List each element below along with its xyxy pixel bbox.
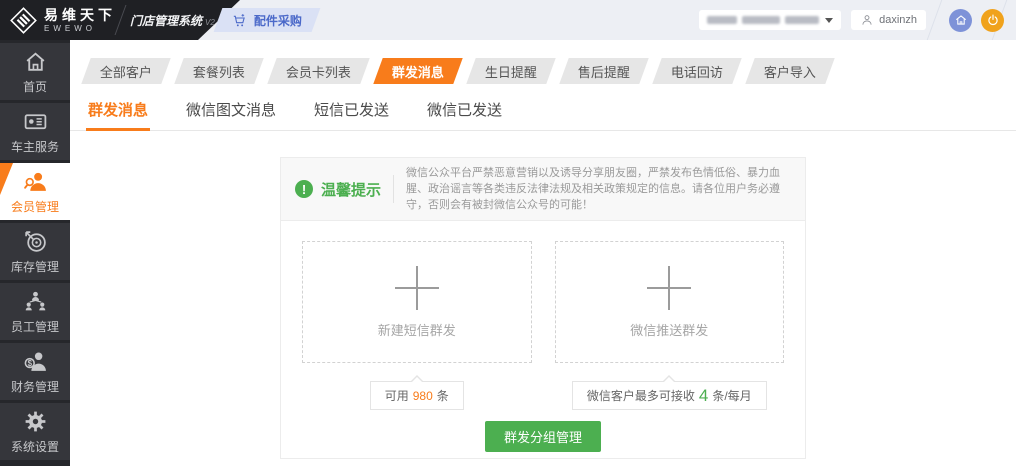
brand-block: 易维天下 EWEWO 门店管理系统V2.0.0 <box>0 0 240 40</box>
logout-button[interactable] <box>981 8 1004 32</box>
notice-divider <box>393 175 395 203</box>
group-manage-button[interactable]: 群发分组管理 <box>484 421 601 452</box>
main-content: 全部客户 套餐列表 会员卡列表 群发消息 生日提醒 售后提醒 电话回访 客户导入… <box>70 40 1016 466</box>
finance-coin-icon: $ <box>24 352 46 371</box>
sidebar-item-label: 会员管理 <box>10 199 59 214</box>
sidebar-item-finance[interactable]: $ 财务管理 <box>0 343 70 400</box>
brand-divider <box>115 5 127 35</box>
tab-package-list[interactable]: 套餐列表 <box>174 58 264 84</box>
diamond-logo-icon <box>10 7 37 34</box>
sidebar-item-member-management[interactable]: 会员管理 <box>0 163 70 220</box>
active-wedge <box>0 163 13 195</box>
brand-name-en: EWEWO <box>44 23 96 33</box>
subtab-mass-message[interactable]: 群发消息 <box>86 95 151 131</box>
parts-purchase-label: 配件采购 <box>254 13 303 28</box>
target-icon <box>24 230 46 252</box>
sidebar-item-label: 员工管理 <box>10 319 59 334</box>
notice-text: 微信公众平台严禁恶意营销以及诱导分享朋友圈，严禁发布色情低俗、暴力血腥、政治谣言… <box>406 167 781 211</box>
tab-customer-import[interactable]: 客户导入 <box>745 58 835 84</box>
sidebar-item-label: 库存管理 <box>10 259 59 274</box>
notice-banner: ! 温馨提示 微信公众平台严禁恶意营销以及诱导分享朋友圈，严禁发布色情低俗、暴力… <box>281 158 805 221</box>
button-row: 群发分组管理 <box>281 421 805 458</box>
id-card-icon <box>24 113 46 129</box>
plus-icon <box>647 265 692 310</box>
wechat-broadcast-label: 微信推送群发 <box>630 322 709 338</box>
app-window: 易维天下 EWEWO 门店管理系统V2.0.0 配件采购 <box>0 0 1016 466</box>
home-icon <box>955 15 966 25</box>
system-name: 门店管理系统 <box>130 13 203 28</box>
exclamation-icon: ! <box>295 180 313 198</box>
tab-member-card-list[interactable]: 会员卡列表 <box>267 58 370 84</box>
subtab-wechat-sent[interactable]: 微信已发送 <box>425 95 504 131</box>
brand-name: 易维天下 EWEWO <box>44 8 116 33</box>
sms-quota-prefix: 可用 <box>384 389 409 403</box>
store-dropdown[interactable] <box>699 10 842 30</box>
header-right-cluster: daxinzh <box>699 0 1004 40</box>
quota-row: 可用 980 条 微信客户最多可接收 4 条/每月 <box>302 375 784 410</box>
wechat-quota-suffix: 条/每月 <box>712 389 752 403</box>
sms-quota-value: 980 <box>412 388 433 403</box>
username: daxinzh <box>879 14 917 26</box>
member-search-icon <box>23 172 46 191</box>
message-subtabs: 群发消息 微信图文消息 短信已发送 微信已发送 <box>70 95 1016 131</box>
sms-quota-suffix: 条 <box>436 389 449 403</box>
top-header: 易维天下 EWEWO 门店管理系统V2.0.0 配件采购 <box>0 0 1016 40</box>
broadcast-actions: 新建短信群发 微信推送群发 <box>302 241 784 363</box>
subtab-sms-sent[interactable]: 短信已发送 <box>312 95 391 131</box>
sidebar-item-owner-services[interactable]: 车主服务 <box>0 103 70 160</box>
brand-name-cn: 易维天下 <box>44 6 116 23</box>
home-icon <box>26 51 44 71</box>
parts-purchase-button[interactable]: 配件采购 <box>213 8 321 32</box>
wechat-push-broadcast-box[interactable]: 微信推送群发 <box>554 241 784 363</box>
sidebar-item-label: 财务管理 <box>10 379 59 394</box>
sidebar-item-label: 系统设置 <box>10 439 59 454</box>
gear-icon <box>25 411 45 431</box>
power-icon <box>987 14 998 25</box>
subtab-wechat-article[interactable]: 微信图文消息 <box>184 95 278 131</box>
tab-birthday-reminder[interactable]: 生日提醒 <box>466 58 556 84</box>
store-name-redacted <box>707 16 825 24</box>
system-title: 门店管理系统V2.0.0 <box>130 12 228 29</box>
wechat-quota-value: 4 <box>698 386 709 405</box>
sidebar-item-home[interactable]: 首页 <box>0 43 70 100</box>
notice-title: 温馨提示 <box>321 181 382 199</box>
broadcast-card: ! 温馨提示 微信公众平台严禁恶意营销以及诱导分享朋友圈，严禁发布色情低俗、暴力… <box>280 157 806 459</box>
customer-tabs: 全部客户 套餐列表 会员卡列表 群发消息 生日提醒 售后提醒 电话回访 客户导入 <box>70 40 1016 84</box>
home-button[interactable] <box>949 8 972 32</box>
tab-all-customers[interactable]: 全部客户 <box>81 58 171 84</box>
sms-broadcast-label: 新建短信群发 <box>377 322 456 338</box>
new-sms-broadcast-box[interactable]: 新建短信群发 <box>302 241 532 363</box>
sms-quota-bubble: 可用 980 条 <box>369 375 464 410</box>
cart-icon <box>234 13 246 26</box>
org-chart-icon <box>25 291 45 310</box>
plus-icon <box>394 265 439 310</box>
sidebar-item-staff[interactable]: 员工管理 <box>0 283 70 340</box>
sidebar-item-inventory[interactable]: 库存管理 <box>0 223 70 280</box>
tab-aftersale-reminder[interactable]: 售后提醒 <box>559 58 649 84</box>
wechat-quota-prefix: 微信客户最多可接收 <box>586 389 695 403</box>
user-account[interactable]: daxinzh <box>851 10 926 30</box>
person-icon <box>862 15 872 25</box>
sidebar-item-label: 车主服务 <box>10 139 59 154</box>
wechat-quota-bubble: 微信客户最多可接收 4 条/每月 <box>571 375 767 410</box>
svg-text:$: $ <box>27 358 32 367</box>
sidebar-item-label: 首页 <box>22 79 47 94</box>
sidebar-nav: 首页 车主服务 会员管理 库存管理 员工管理 $ 财务管理 系统设置 <box>0 40 70 466</box>
sidebar-item-settings[interactable]: 系统设置 <box>0 403 70 460</box>
tab-phone-followup[interactable]: 电话回访 <box>652 58 742 84</box>
tab-mass-message[interactable]: 群发消息 <box>373 58 463 84</box>
caret-down-icon <box>825 17 834 23</box>
